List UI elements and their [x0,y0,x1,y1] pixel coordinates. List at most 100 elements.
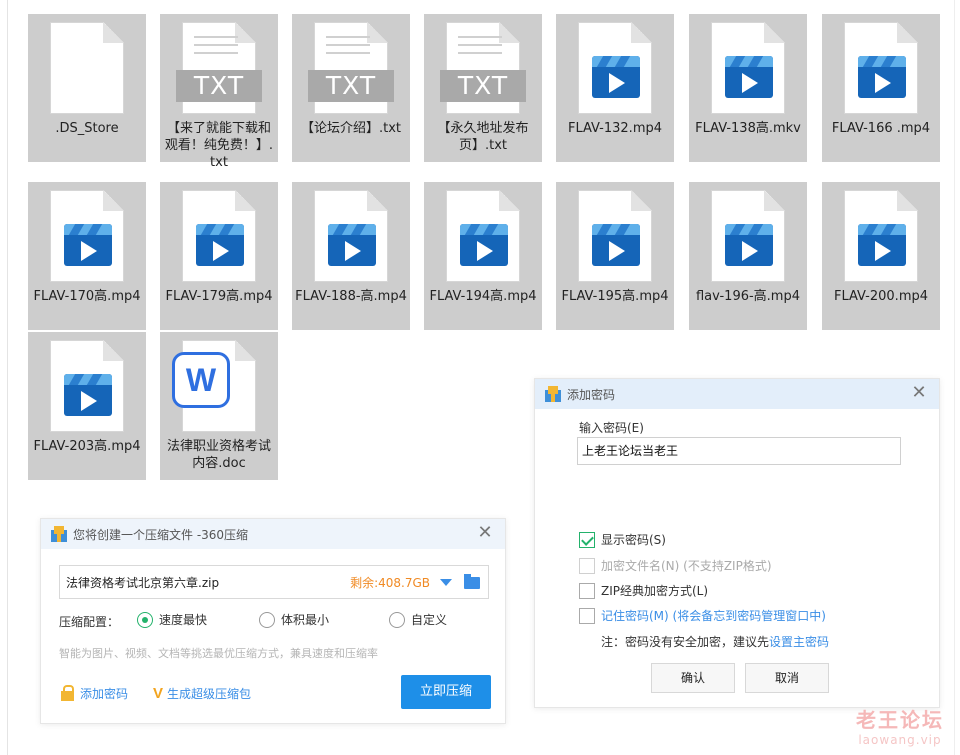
file-item[interactable]: W 法律职业资格考试内容.doc [160,332,278,480]
file-name: FLAV-194高.mp4 [429,289,537,304]
file-name: 【论坛介绍】.txt [300,121,402,136]
confirm-button[interactable]: 确认 [651,663,735,693]
radio-custom[interactable]: 自定义 [389,611,447,628]
watermark: 老王论坛 laowang.vip [856,704,944,747]
file-item[interactable]: TXT 【永久地址发布页】.txt [424,14,542,162]
close-icon[interactable]: ✕ [475,523,495,543]
file-name: 【永久地址发布页】.txt [437,121,529,153]
file-name: FLAV-132.mp4 [567,121,663,136]
watermark-url: laowang.vip [858,733,942,747]
password-dialog-titlebar: 添加密码 ✕ [535,379,939,409]
compress-dialog: 您将创建一个压缩文件 -360压缩 ✕ 法律资格考试北京第六章.zip 剩余:4… [40,518,506,724]
file-name: FLAV-179高.mp4 [165,289,273,304]
archive-path-field[interactable]: 法律资格考试北京第六章.zip 剩余:408.7GB [59,565,489,599]
cancel-button[interactable]: 取消 [745,663,829,693]
video-file-icon [292,182,410,288]
video-file-icon [28,332,146,438]
compress-dialog-titlebar: 您将创建一个压缩文件 -360压缩 ✕ [41,519,505,549]
remember-password-checkbox[interactable]: 记住密码(M) (将会备忘到密码管理窗口中) [579,607,826,624]
video-file-icon [28,182,146,288]
zip-classic-encryption-checkbox[interactable]: ZIP经典加密方式(L) [579,582,708,599]
compress-dialog-title: 您将创建一个压缩文件 -360压缩 [73,527,249,542]
file-item[interactable]: FLAV-195高.mp4 [556,182,674,330]
file-item[interactable]: flav-196-高.mp4 [689,182,807,330]
file-name: 【来了就能下载和观看！纯免费！】.txt [164,121,274,170]
lock-icon [61,684,74,701]
password-note: 注：密码没有安全加密，建议先设置主密码 [601,633,829,650]
file-name: flav-196-高.mp4 [695,289,800,304]
super-package-label: 生成超级压缩包 [167,687,252,701]
encrypt-filenames-label: 加密文件名(N) (不支持ZIP格式) [601,559,772,573]
360zip-app-icon [51,526,67,542]
zip-classic-encryption-label: ZIP经典加密方式(L) [601,584,709,598]
radio-dot-icon [137,611,153,628]
radio-custom-label: 自定义 [411,613,448,627]
password-input[interactable]: 上老王论坛当老王 [577,437,901,465]
video-file-icon [160,182,278,288]
show-password-label: 显示密码(S) [601,533,666,547]
file-item[interactable]: FLAV-132.mp4 [556,14,674,162]
video-file-icon [424,182,542,288]
file-name: FLAV-203高.mp4 [33,439,141,454]
file-item[interactable]: FLAV-179高.mp4 [160,182,278,330]
show-password-checkbox[interactable]: 显示密码(S) [579,531,666,548]
file-name: FLAV-195高.mp4 [561,289,669,304]
file-name: FLAV-138高.mkv [695,121,801,136]
txt-badge: TXT [176,70,262,102]
radio-fastest-label: 速度最快 [159,613,208,627]
blank-file-icon [28,14,146,120]
video-file-icon [822,14,940,120]
txt-file-icon: TXT [424,14,542,120]
file-item[interactable]: FLAV-200.mp4 [822,182,940,330]
file-item[interactable]: .DS_Store [28,14,146,162]
encrypt-filenames-checkbox: 加密文件名(N) (不支持ZIP格式) [579,557,772,574]
360zip-app-icon [545,386,561,402]
folder-icon[interactable] [464,574,480,589]
txt-badge: TXT [440,70,526,102]
compress-config-label: 压缩配置： [59,614,120,629]
file-name: FLAV-200.mp4 [833,289,929,304]
close-icon[interactable]: ✕ [909,383,929,403]
radio-dot-icon [259,611,275,628]
file-item[interactable]: FLAV-138高.mkv [689,14,807,162]
radio-dot-icon [389,611,405,628]
set-master-password-link[interactable]: 设置主密码 [769,635,829,649]
video-file-icon [689,14,807,120]
video-file-icon [822,182,940,288]
radio-smallest-label: 体积最小 [281,613,330,627]
radio-fastest[interactable]: 速度最快 [137,611,207,628]
file-name: .DS_Store [55,121,119,136]
archive-path-value: 法律资格考试北京第六章.zip [66,575,220,590]
txt-file-icon: TXT [292,14,410,120]
file-item[interactable]: FLAV-203高.mp4 [28,332,146,480]
txt-file-icon: TXT [160,14,278,120]
v-badge-icon: V [153,685,164,702]
checkbox-icon [579,582,595,599]
watermark-title: 老王论坛 [856,708,944,732]
file-item[interactable]: FLAV-194高.mp4 [424,182,542,330]
super-package-link[interactable]: V 生成超级压缩包 [153,685,251,702]
compress-now-button[interactable]: 立即压缩 [401,675,491,709]
free-space-label: 剩余:408.7GB [350,575,430,590]
compress-hint-text: 智能为图片、视频、文档等挑选最优压缩方式，兼具速度和压缩率 [59,647,378,660]
chevron-down-icon[interactable] [440,579,452,586]
password-note-text: 注：密码没有安全加密，建议先 [601,635,770,649]
file-item[interactable]: TXT 【来了就能下载和观看！纯免费！】.txt [160,14,278,170]
txt-badge: TXT [308,70,394,102]
add-password-label: 添加密码 [80,687,129,701]
radio-smallest[interactable]: 体积最小 [259,611,329,628]
file-item[interactable]: FLAV-166 .mp4 [822,14,940,162]
video-file-icon [556,14,674,120]
password-dialog-title: 添加密码 [567,387,616,402]
file-item[interactable]: FLAV-188-高.mp4 [292,182,410,330]
password-dialog: 添加密码 ✕ 输入密码(E) 上老王论坛当老王 显示密码(S) 加密文件名(N)… [534,378,940,708]
word-doc-icon: W [160,332,278,438]
file-item[interactable]: TXT 【论坛介绍】.txt [292,14,410,162]
video-file-icon [689,182,807,288]
file-name: FLAV-188-高.mp4 [295,289,407,304]
checkbox-icon [579,557,595,574]
file-item[interactable]: FLAV-170高.mp4 [28,182,146,330]
file-name: FLAV-170高.mp4 [33,289,141,304]
add-password-link[interactable]: 添加密码 [61,684,129,702]
word-badge: W [172,352,230,408]
